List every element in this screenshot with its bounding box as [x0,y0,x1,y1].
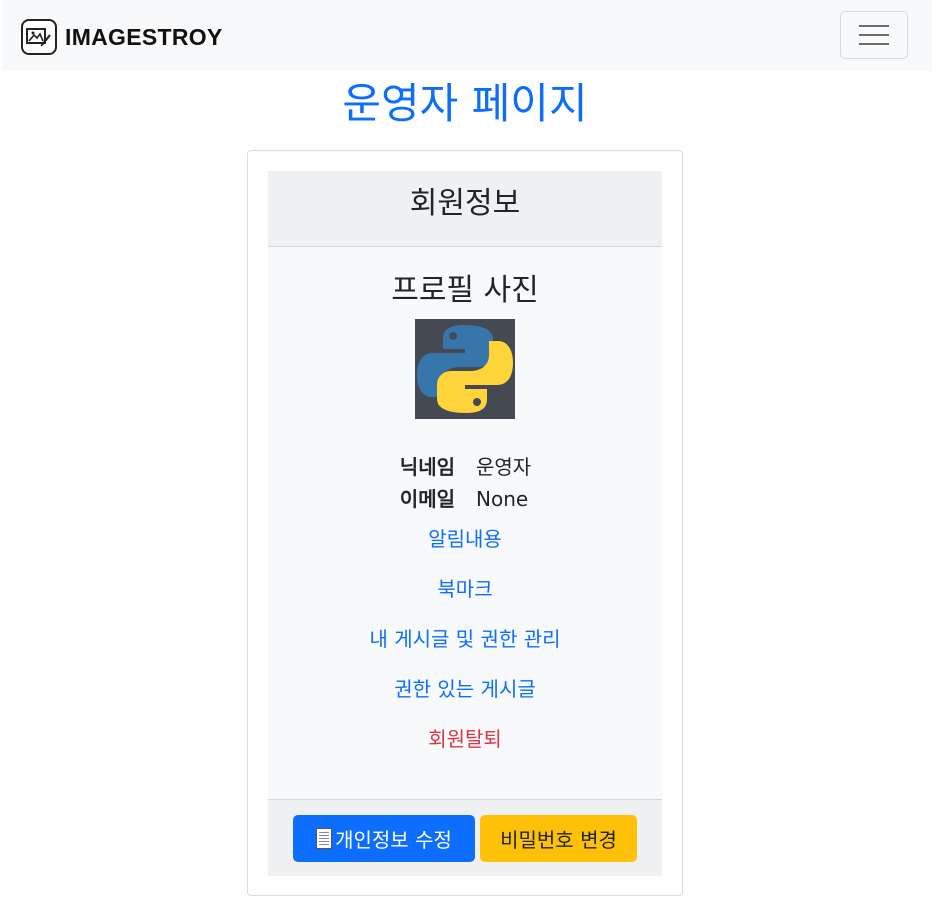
navbar: IMAGESTROY [2,0,932,71]
link-authorized-posts[interactable]: 권한 있는 게시글 [268,674,662,704]
email-value: None [476,487,529,511]
card-footer: 개인정보 수정 비밀번호 변경 [268,799,662,876]
link-withdraw-membership[interactable]: 회원탈퇴 [268,724,662,754]
profile-title: 프로필 사진 [391,273,539,308]
email-row: 이메일 None [268,484,662,514]
link-my-posts-permissions[interactable]: 내 게시글 및 권한 관리 [268,624,662,654]
nickname-row: 닉네임 운영자 [268,452,662,482]
image-edit-icon [21,19,57,55]
hamburger-menu-icon [859,25,889,27]
python-logo-icon [415,319,515,419]
edit-profile-button[interactable]: 개인정보 수정 [293,815,475,862]
email-label: 이메일 [399,487,455,511]
change-password-button[interactable]: 비밀번호 변경 [480,815,637,862]
navbar-toggler-button[interactable] [840,11,908,59]
link-notifications[interactable]: 알림내용 [268,524,662,554]
avatar [415,319,515,419]
document-icon [316,828,333,849]
nickname-value: 운영자 [476,455,532,479]
card-header: 회원정보 [268,171,662,247]
page-title: 운영자 페이지 [342,79,588,128]
edit-profile-label: 개인정보 수정 [335,828,452,852]
nickname-label: 닉네임 [399,455,455,479]
card-body: 회원정보 프로필 사진 닉네임 운영자 이메일 None 알림내용 북마크 내 … [268,171,662,876]
member-info-card: 회원정보 프로필 사진 닉네임 운영자 이메일 None 알림내용 북마크 내 … [247,150,683,896]
brand-name: IMAGESTROY [65,23,223,50]
brand-link[interactable]: IMAGESTROY [21,17,223,57]
link-bookmarks[interactable]: 북마크 [268,574,662,604]
